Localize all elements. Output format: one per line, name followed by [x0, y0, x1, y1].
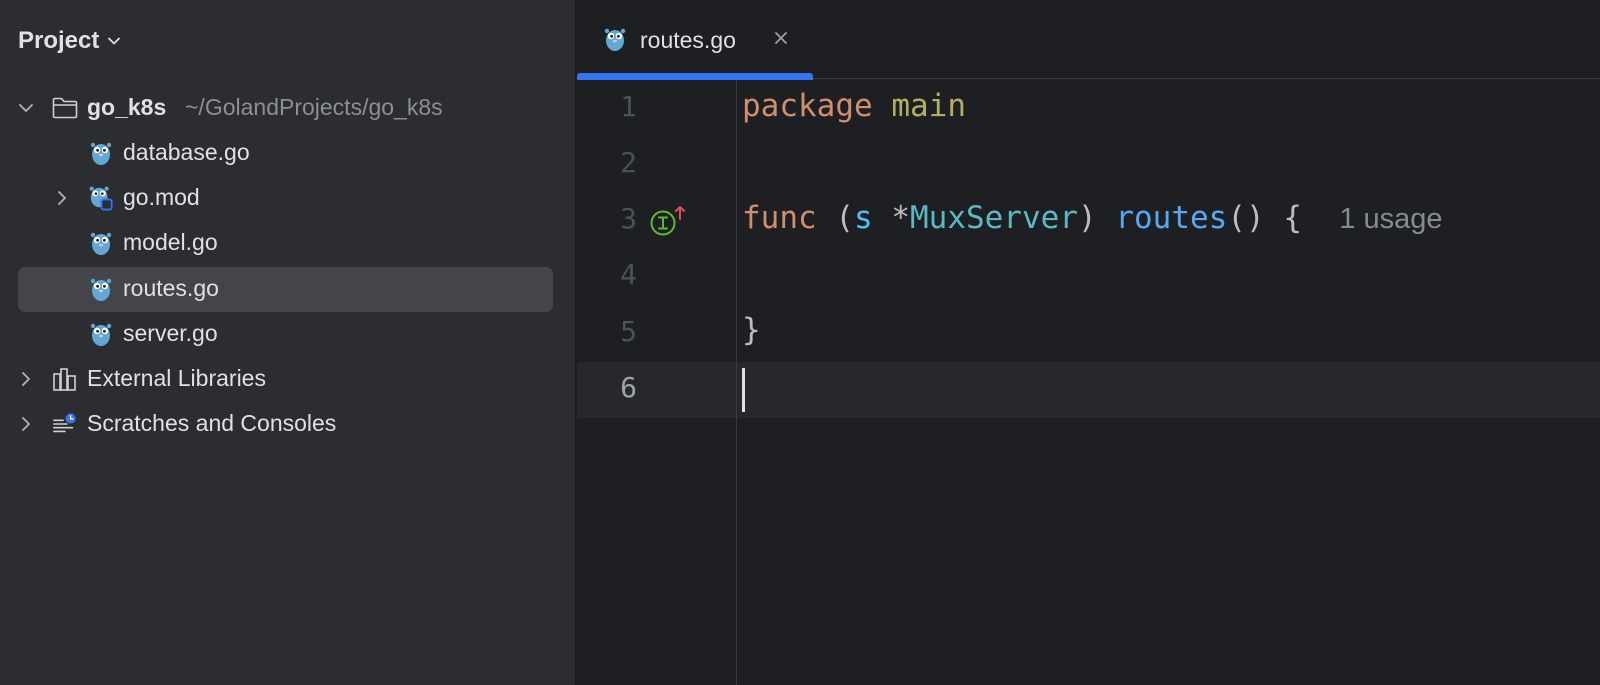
go-module-icon: [88, 185, 114, 211]
scratches-icon: [52, 411, 78, 437]
libraries-icon: [52, 366, 78, 392]
keyword-package: package: [742, 88, 873, 124]
active-tab-indicator: [577, 73, 813, 80]
params: (): [1227, 200, 1265, 236]
close-icon[interactable]: [771, 28, 791, 48]
keyword-func: func: [742, 200, 817, 236]
close-brace: }: [742, 312, 761, 348]
tab-routes-go[interactable]: routes.go: [577, 0, 813, 80]
tree-item-go-mod[interactable]: go.mod: [18, 176, 553, 221]
tree-item-database-go[interactable]: database.go: [18, 131, 553, 176]
tree-item-label: database.go: [123, 139, 250, 165]
gopher-icon: [88, 321, 114, 347]
folder-icon: [52, 95, 78, 121]
pointer-star: *: [891, 200, 911, 236]
tree-item-routes-go[interactable]: routes.go: [18, 267, 553, 312]
close-paren: ): [1078, 200, 1097, 236]
tree-item-label: go.mod: [123, 184, 200, 210]
tree-item-external-libraries[interactable]: External Libraries: [18, 357, 553, 402]
implemented-interface-icon[interactable]: [650, 204, 686, 238]
tab-label: routes.go: [640, 27, 736, 53]
tab-bar: routes.go: [577, 0, 1600, 80]
receiver-name: s: [854, 200, 873, 236]
chevron-down-icon[interactable]: [18, 100, 34, 116]
project-view-selector[interactable]: Project: [18, 24, 121, 58]
tree-item-label: Scratches and Consoles: [87, 410, 337, 436]
open-paren: (: [835, 200, 854, 236]
chevron-right-icon[interactable]: [54, 190, 70, 206]
editor: routes.go 1 2 3 4 5 6 package main func …: [577, 0, 1600, 685]
code-line-5: }: [742, 312, 761, 352]
receiver-type: MuxServer: [910, 200, 1078, 236]
tree-item-label: server.go: [123, 320, 218, 346]
chevron-right-icon[interactable]: [18, 371, 34, 387]
line-number: 2: [620, 146, 637, 179]
chevron-right-icon[interactable]: [18, 416, 34, 432]
gopher-icon: [88, 276, 114, 302]
panel-title: Project: [18, 27, 100, 54]
tree-item-model-go[interactable]: model.go: [18, 221, 553, 266]
tree-item-label: External Libraries: [87, 365, 266, 391]
line-number: 4: [620, 258, 637, 291]
line-number: 5: [620, 315, 637, 348]
package-name: main: [891, 88, 966, 124]
gopher-icon: [88, 230, 114, 256]
function-name: routes: [1115, 200, 1228, 236]
gopher-icon: [602, 26, 628, 52]
open-brace: {: [1283, 200, 1302, 236]
line-number: 3: [620, 202, 637, 235]
line-number-current: 6: [620, 371, 637, 404]
project-path: ~/GolandProjects/go_k8s: [185, 94, 443, 120]
code-line-3: func (s *MuxServer) routes() { 1 usage: [742, 200, 1443, 240]
usage-hint[interactable]: 1 usage: [1339, 203, 1442, 235]
tree-item-go-k8s[interactable]: go_k8s ~/GolandProjects/go_k8s: [18, 86, 553, 131]
tree-item-scratches-consoles[interactable]: Scratches and Consoles: [18, 402, 553, 447]
gopher-icon: [88, 140, 114, 166]
line-number: 1: [620, 90, 637, 123]
tree-item-label: go_k8s: [87, 94, 167, 120]
text-caret: [742, 368, 745, 412]
chevron-down-icon: [107, 34, 121, 48]
project-panel: Project go_k8s ~/GolandProjects/go_k8s d…: [0, 0, 576, 685]
tree-item-server-go[interactable]: server.go: [18, 312, 553, 357]
code-line-1: package main: [742, 88, 966, 128]
tree-item-label: routes.go: [123, 275, 219, 301]
tree-item-label: model.go: [123, 229, 218, 255]
gutter[interactable]: 1 2 3 4 5 6: [577, 80, 737, 685]
